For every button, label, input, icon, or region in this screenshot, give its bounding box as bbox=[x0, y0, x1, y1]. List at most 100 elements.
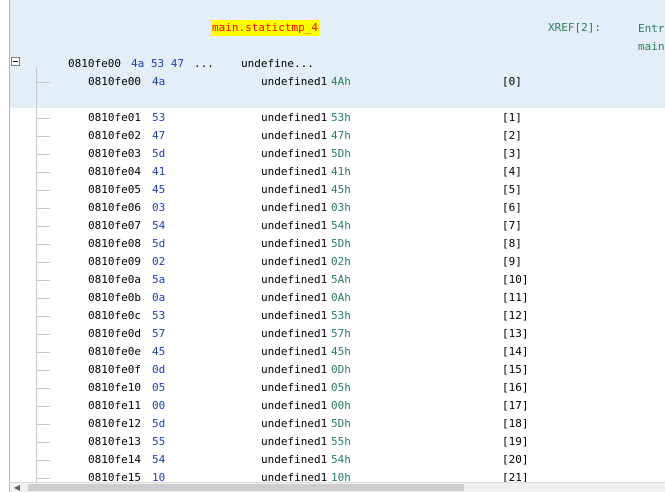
row-address: 0810fe08 bbox=[88, 237, 141, 250]
row-byte: 45 bbox=[152, 345, 166, 358]
xref-target-entry[interactable]: Entr bbox=[638, 20, 665, 38]
horizontal-scrollbar[interactable]: ◀ bbox=[10, 482, 665, 492]
row-mnemonic: undefined1 bbox=[261, 453, 328, 466]
struct-ellipsis: ... bbox=[194, 57, 214, 70]
row-mnemonic: undefined1 bbox=[261, 237, 328, 250]
row-address: 0810fe07 bbox=[88, 219, 141, 232]
table-row[interactable]: 0810fe0c 53 undefined1 53h [12] bbox=[0, 307, 665, 325]
row-index: [6] bbox=[502, 201, 522, 214]
table-row[interactable]: 0810fe02 47 undefined1 47h [2] bbox=[0, 127, 665, 145]
row-byte: 0d bbox=[152, 363, 166, 376]
row-byte: 03 bbox=[152, 201, 166, 214]
table-row[interactable]: 0810fe14 54 undefined1 54h [20] bbox=[0, 451, 665, 469]
row-operand: 5Dh bbox=[331, 147, 351, 160]
row-byte: 4a bbox=[152, 75, 166, 88]
row-mnemonic: undefined1 bbox=[261, 417, 328, 430]
row-address: 0810fe11 bbox=[88, 399, 141, 412]
row-address: 0810fe0c bbox=[88, 309, 141, 322]
row-operand: 5Dh bbox=[331, 237, 351, 250]
row-byte: 54 bbox=[152, 219, 166, 232]
row-address: 0810fe0b bbox=[88, 291, 141, 304]
table-row[interactable]: 0810fe0e 45 undefined1 45h [14] bbox=[0, 343, 665, 361]
table-row[interactable]: 0810fe03 5d undefined1 5Dh [3] bbox=[0, 145, 665, 163]
xref-label: XREF[2]: bbox=[548, 21, 601, 34]
scrollbar-thumb[interactable] bbox=[28, 484, 464, 491]
table-row[interactable]: 0810fe06 03 undefined1 03h [6] bbox=[0, 199, 665, 217]
row-operand: 0Ah bbox=[331, 291, 351, 304]
row-index: [0] bbox=[502, 75, 522, 88]
row-index: [20] bbox=[502, 453, 529, 466]
xref-target-main[interactable]: main bbox=[638, 38, 665, 56]
struct-row[interactable]: 0810fe00 4a 53 47 ... undefine... bbox=[0, 55, 665, 73]
row-index: [14] bbox=[502, 345, 529, 358]
row-index: [16] bbox=[502, 381, 529, 394]
row-operand: 54h bbox=[331, 219, 351, 232]
table-row[interactable]: 0810fe07 54 undefined1 54h [7] bbox=[0, 217, 665, 235]
row-mnemonic: undefined1 bbox=[261, 219, 328, 232]
table-row[interactable]: 0810fe09 02 undefined1 02h [9] bbox=[0, 253, 665, 271]
table-row[interactable]: 0810fe0f 0d undefined1 0Dh [15] bbox=[0, 361, 665, 379]
row-index: [4] bbox=[502, 165, 522, 178]
row-index: [17] bbox=[502, 399, 529, 412]
row-mnemonic: undefined1 bbox=[261, 165, 328, 178]
row-byte: 53 bbox=[152, 111, 166, 124]
table-row[interactable]: 0810fe04 41 undefined1 41h [4] bbox=[0, 163, 665, 181]
row-address: 0810fe04 bbox=[88, 165, 141, 178]
row-byte: 5d bbox=[152, 147, 166, 160]
row-address: 0810fe10 bbox=[88, 381, 141, 394]
row-byte: 55 bbox=[152, 435, 166, 448]
table-row[interactable]: 0810fe0a 5a undefined1 5Ah [10] bbox=[0, 271, 665, 289]
row-index: [13] bbox=[502, 327, 529, 340]
scroll-left-arrow-icon[interactable]: ◀ bbox=[12, 483, 22, 492]
row-address: 0810fe03 bbox=[88, 147, 141, 160]
table-row[interactable]: 0810fe13 55 undefined1 55h [19] bbox=[0, 433, 665, 451]
table-row[interactable]: 0810fe05 45 undefined1 45h [5] bbox=[0, 181, 665, 199]
row-mnemonic: undefined1 bbox=[261, 291, 328, 304]
row-mnemonic: undefined1 bbox=[261, 381, 328, 394]
row-index: [10] bbox=[502, 273, 529, 286]
row-address: 0810fe14 bbox=[88, 453, 141, 466]
row-index: [18] bbox=[502, 417, 529, 430]
row-operand: 45h bbox=[331, 345, 351, 358]
row-mnemonic: undefined1 bbox=[261, 363, 328, 376]
row-mnemonic: undefined1 bbox=[261, 183, 328, 196]
row-index: [7] bbox=[502, 219, 522, 232]
row-byte: 54 bbox=[152, 453, 166, 466]
symbol-label[interactable]: main.statictmp_4 bbox=[211, 20, 319, 36]
row-mnemonic: undefined1 bbox=[261, 255, 328, 268]
table-row[interactable]: 0810fe0b 0a undefined1 0Ah [11] bbox=[0, 289, 665, 307]
table-row[interactable]: 0810fe08 5d undefined1 5Dh [8] bbox=[0, 235, 665, 253]
row-byte: 5a bbox=[152, 273, 166, 286]
row-mnemonic: undefined1 bbox=[261, 147, 328, 160]
table-row[interactable]: 0810fe11 00 undefined1 00h [17] bbox=[0, 397, 665, 415]
row-address: 0810fe12 bbox=[88, 417, 141, 430]
row-operand: 5Dh bbox=[331, 417, 351, 430]
row-operand: 57h bbox=[331, 327, 351, 340]
table-row[interactable]: 0810fe10 05 undefined1 05h [16] bbox=[0, 379, 665, 397]
row-operand: 54h bbox=[331, 453, 351, 466]
row-byte: 00 bbox=[152, 399, 166, 412]
row-index: [8] bbox=[502, 237, 522, 250]
xref-targets: Entr main bbox=[638, 20, 665, 56]
row-operand: 03h bbox=[331, 201, 351, 214]
row-operand: 53h bbox=[331, 111, 351, 124]
table-row[interactable]: 0810fe00 4a undefined1 4Ah [0] bbox=[0, 73, 665, 91]
row-byte: 02 bbox=[152, 255, 166, 268]
table-row[interactable]: 0810fe0d 57 undefined1 57h [13] bbox=[0, 325, 665, 343]
listing-view[interactable]: main.statictmp_4 XREF[2]: Entr main 0810… bbox=[0, 0, 665, 492]
row-byte: 47 bbox=[152, 129, 166, 142]
row-operand: 41h bbox=[331, 165, 351, 178]
row-operand: 5Ah bbox=[331, 273, 351, 286]
row-mnemonic: undefined1 bbox=[261, 435, 328, 448]
row-address: 0810fe02 bbox=[88, 129, 141, 142]
table-row[interactable]: 0810fe12 5d undefined1 5Dh [18] bbox=[0, 415, 665, 433]
row-operand: 53h bbox=[331, 309, 351, 322]
row-address: 0810fe05 bbox=[88, 183, 141, 196]
row-mnemonic: undefined1 bbox=[261, 201, 328, 214]
row-operand: 00h bbox=[331, 399, 351, 412]
row-byte: 57 bbox=[152, 327, 166, 340]
row-index: [11] bbox=[502, 291, 529, 304]
table-row[interactable]: 0810fe01 53 undefined1 53h [1] bbox=[0, 109, 665, 127]
struct-address: 0810fe00 bbox=[68, 57, 121, 70]
row-address: 0810fe00 bbox=[88, 75, 141, 88]
